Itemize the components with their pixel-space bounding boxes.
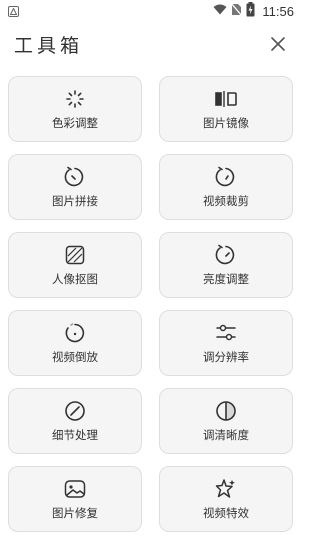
video-effects-icon — [215, 478, 237, 500]
wifi-icon — [213, 4, 227, 18]
detail-icon — [64, 400, 86, 422]
tool-label: 细节处理 — [52, 428, 98, 442]
tool-photo-repair[interactable]: 图片修复 — [8, 466, 142, 532]
no-sim-icon — [230, 2, 243, 19]
color-adjust-icon — [64, 88, 86, 110]
photo-repair-icon — [64, 478, 86, 500]
video-crop-icon — [215, 166, 237, 188]
page-title: 工具箱 — [14, 34, 84, 57]
brightness-icon — [215, 244, 237, 266]
status-bar-left — [8, 5, 19, 17]
sharpness-icon — [215, 400, 237, 422]
tool-detail[interactable]: 细节处理 — [8, 388, 142, 454]
tool-video-crop[interactable]: 视频裁剪 — [159, 154, 293, 220]
tool-video-reverse[interactable]: 视频倒放 — [8, 310, 142, 376]
status-time: 11:56 — [262, 3, 294, 19]
status-bar-right: 11:56 — [213, 2, 294, 20]
tool-image-mirror[interactable]: 图片镜像 — [159, 76, 293, 142]
tool-label: 视频特效 — [203, 506, 249, 520]
app-notification-icon — [8, 5, 19, 17]
header: 工具箱 — [0, 22, 302, 66]
close-icon — [271, 37, 285, 51]
tool-label: 人像抠图 — [52, 272, 98, 286]
tool-brightness[interactable]: 亮度调整 — [159, 232, 293, 298]
battery-charging-icon — [246, 2, 255, 20]
stitch-icon — [64, 166, 86, 188]
tool-label: 图片镜像 — [203, 116, 249, 130]
tool-sharpness[interactable]: 调清晰度 — [159, 388, 293, 454]
video-reverse-icon — [64, 322, 86, 344]
tool-grid: 色彩调整 图片镜像 图片拼接 视频裁剪 人像抠图 亮度调整 视频倒放 调分辨率 … — [8, 76, 296, 532]
tool-label: 亮度调整 — [203, 272, 249, 286]
portrait-cutout-icon — [64, 244, 86, 266]
tool-label: 视频裁剪 — [203, 194, 249, 208]
resolution-icon — [215, 322, 237, 344]
tool-color-adjust[interactable]: 色彩调整 — [8, 76, 142, 142]
tool-label: 视频倒放 — [52, 350, 98, 364]
tool-label: 图片修复 — [52, 506, 98, 520]
tool-label: 调清晰度 — [203, 428, 249, 442]
tool-resolution[interactable]: 调分辨率 — [159, 310, 293, 376]
tool-label: 色彩调整 — [52, 116, 98, 130]
status-bar: 11:56 — [0, 0, 302, 22]
close-button[interactable] — [268, 34, 288, 54]
tool-video-effects[interactable]: 视频特效 — [159, 466, 293, 532]
tool-label: 图片拼接 — [52, 194, 98, 208]
tool-label: 调分辨率 — [203, 350, 249, 364]
tool-image-stitch[interactable]: 图片拼接 — [8, 154, 142, 220]
mirror-icon — [215, 88, 237, 110]
tool-portrait-cutout[interactable]: 人像抠图 — [8, 232, 142, 298]
